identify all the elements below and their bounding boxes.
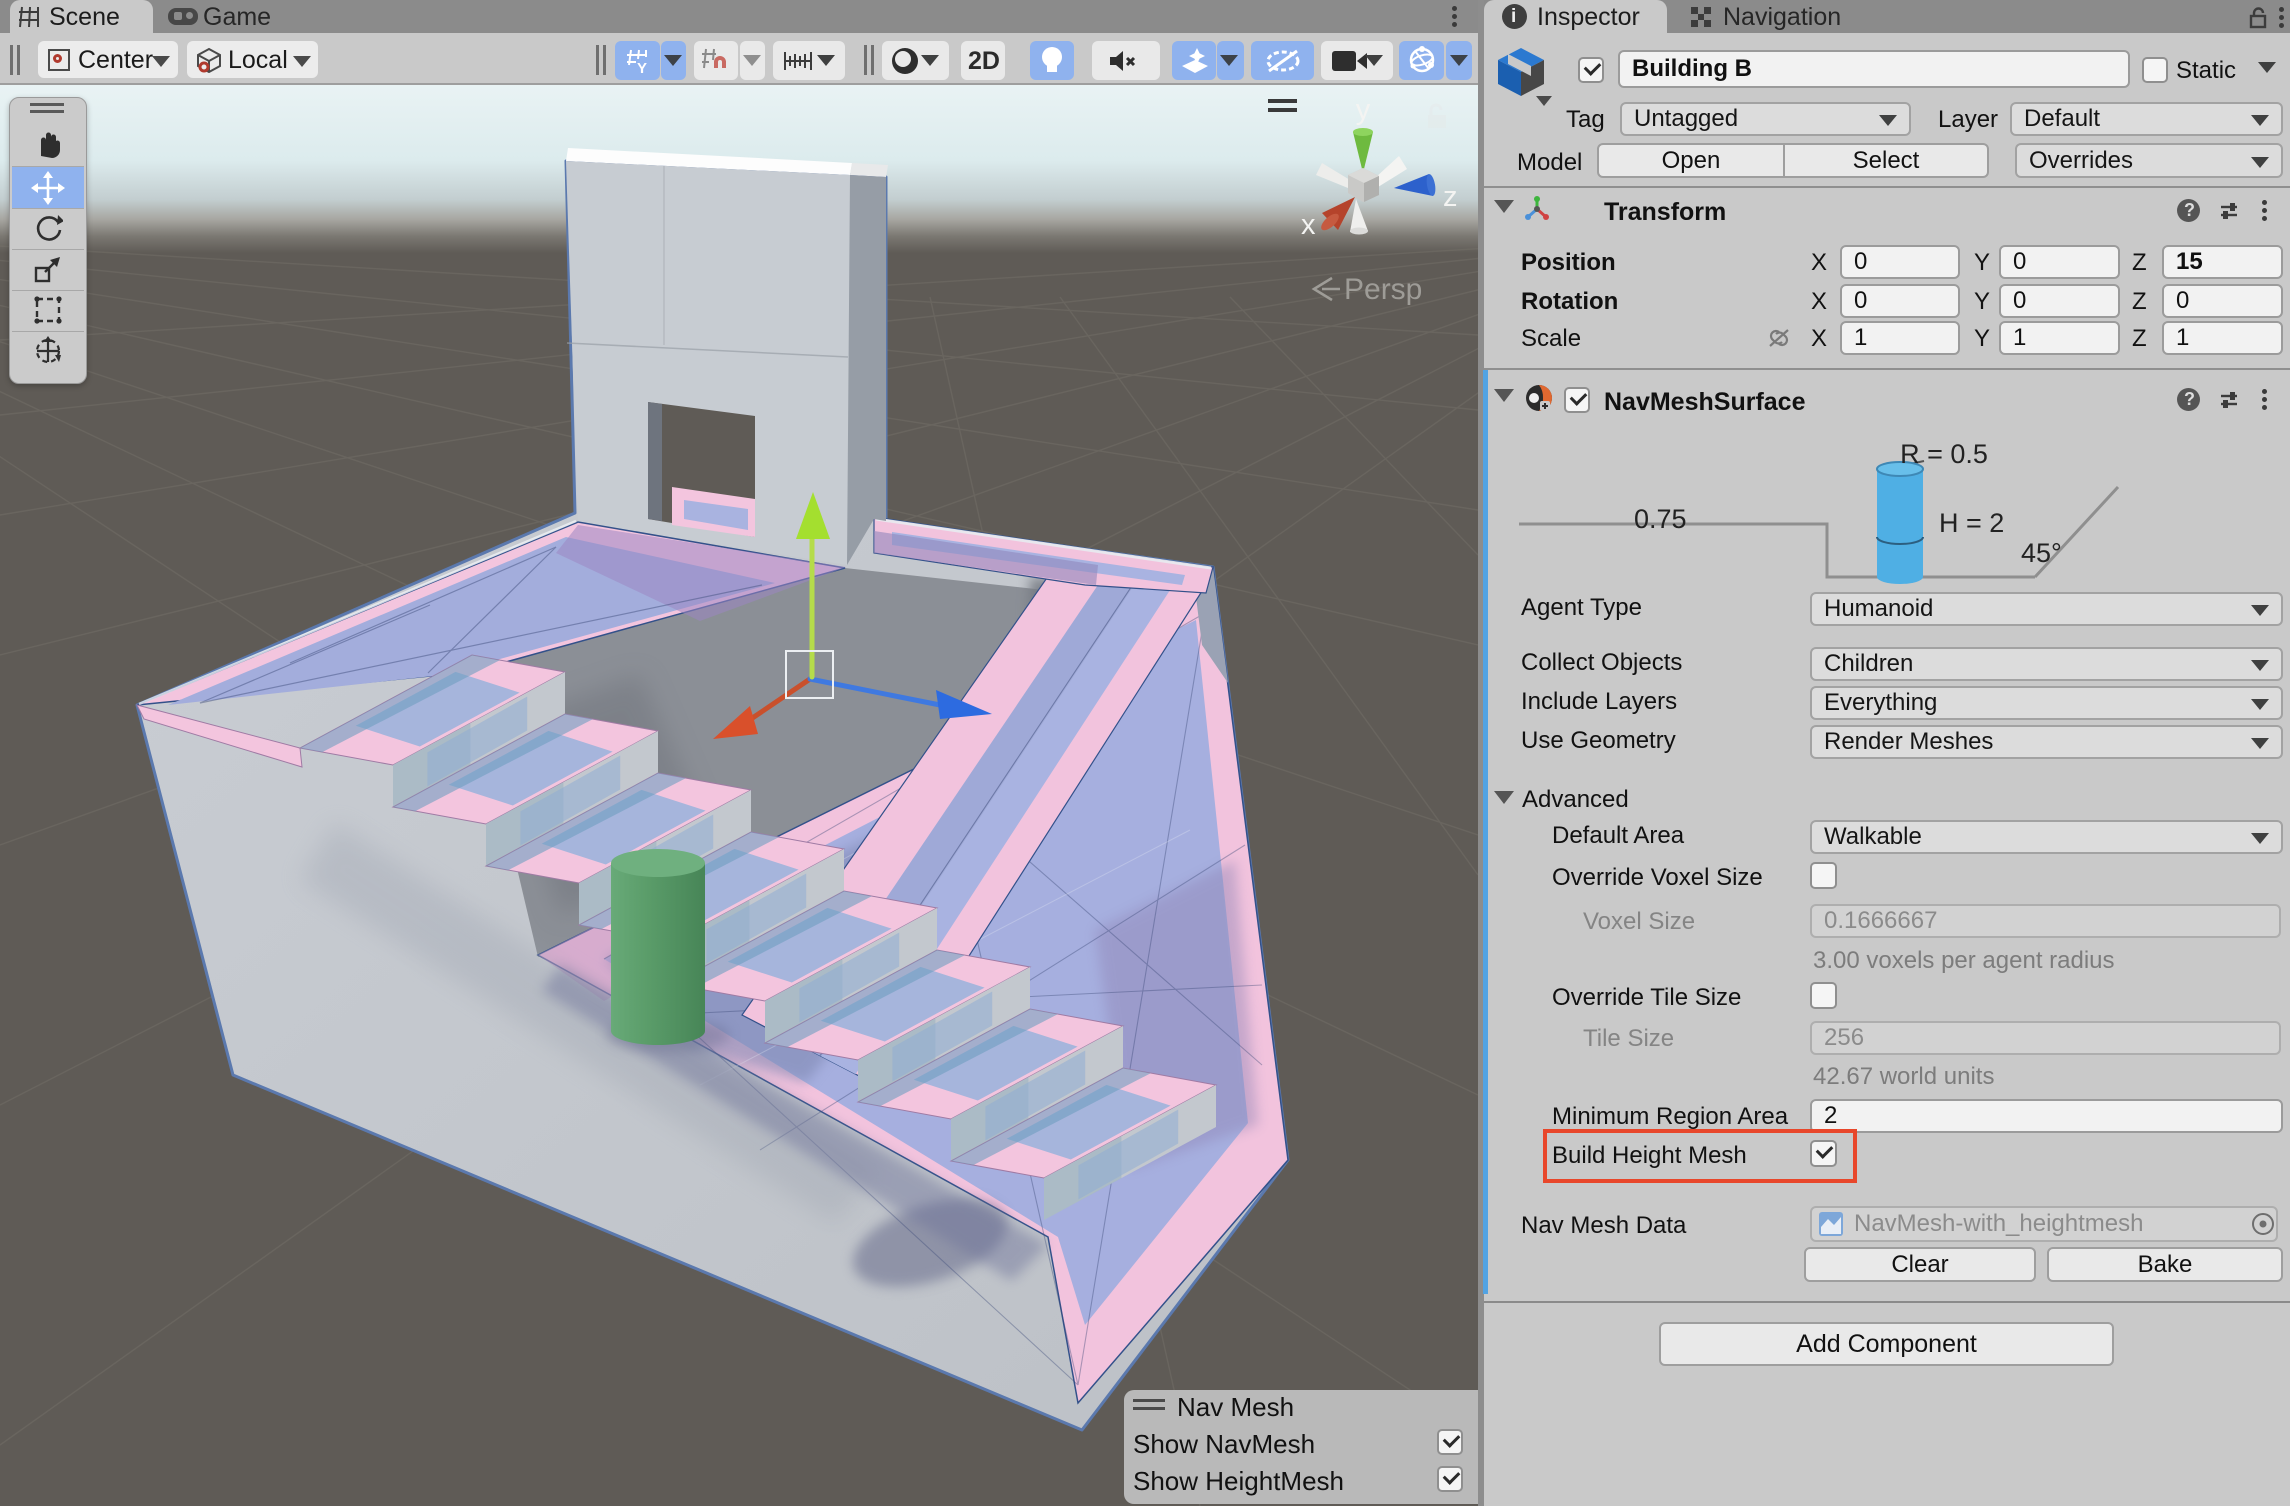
svg-text:y: y (1356, 94, 1371, 126)
svg-text:R = 0.5: R = 0.5 (1900, 439, 1988, 469)
svg-text:Persp: Persp (1344, 273, 1422, 306)
svg-text:H = 2: H = 2 (1939, 508, 2004, 538)
svg-text:x: x (1301, 209, 1316, 241)
svg-text:Y: Y (637, 60, 647, 73)
svg-text:0.75: 0.75 (1634, 504, 1687, 534)
svg-text:45°: 45° (2021, 538, 2062, 568)
svg-text:z: z (1443, 181, 1458, 213)
